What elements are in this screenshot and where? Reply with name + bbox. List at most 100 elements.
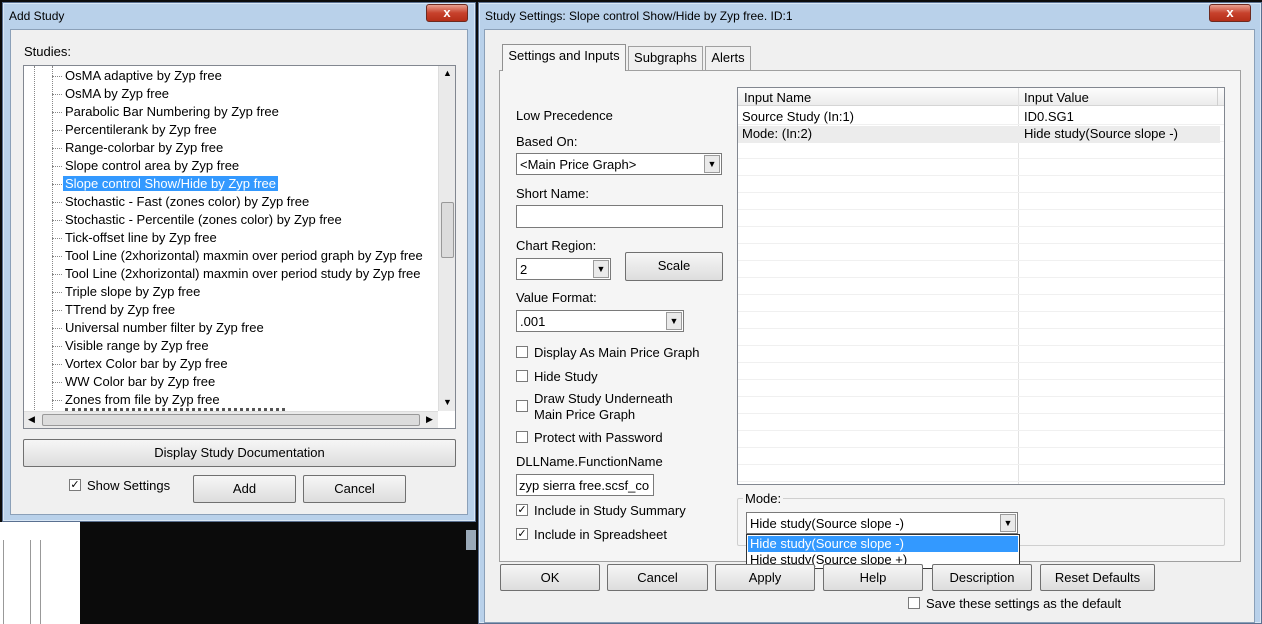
scroll-right-icon[interactable]: ▶	[426, 414, 433, 425]
tree-item[interactable]: Tool Line (2xhorizontal) maxmin over per…	[65, 266, 421, 281]
grid-row-line	[738, 447, 1224, 448]
show-settings-checkbox[interactable]: ✓	[69, 479, 81, 491]
divider	[3, 540, 4, 624]
tree-connector	[52, 382, 62, 383]
chevron-down-icon[interactable]: ▼	[704, 155, 720, 173]
grid-header-name[interactable]: Input Name	[744, 90, 811, 105]
tree-item[interactable]: Zones from file by Zyp free	[65, 392, 220, 407]
table-row[interactable]: Mode: (In:2) Hide study(Source slope -)	[738, 126, 1220, 143]
mode-group-label: Mode:	[743, 491, 784, 506]
chevron-down-icon[interactable]: ▼	[666, 312, 682, 330]
grid-row-line	[738, 396, 1224, 397]
scale-button[interactable]: Scale	[625, 252, 723, 281]
tree-item[interactable]: Range-colorbar by Zyp free	[65, 140, 223, 155]
include-spreadsheet-checkbox[interactable]: ✓	[516, 528, 528, 540]
tree-item[interactable]: Universal number filter by Zyp free	[65, 320, 264, 335]
tab-subgraphs[interactable]: Subgraphs	[628, 46, 703, 70]
tree-connector	[52, 274, 62, 275]
tree-connector	[52, 130, 62, 131]
mode-dropdown[interactable]: Hide study(Source slope -) ▼	[746, 512, 1018, 534]
reset-defaults-button[interactable]: Reset Defaults	[1040, 564, 1155, 591]
tree-item[interactable]: Parabolic Bar Numbering by Zyp free	[65, 104, 279, 119]
tree-item[interactable]: Visible range by Zyp free	[65, 338, 209, 353]
table-row[interactable]: Source Study (In:1) ID0.SG1	[738, 108, 1220, 125]
tree-item[interactable]: Triple slope by Zyp free	[65, 284, 200, 299]
grid-header-value[interactable]: Input Value	[1024, 90, 1089, 105]
tree-connector	[52, 220, 62, 221]
close-button[interactable]: x	[426, 4, 468, 22]
scroll-hthumb[interactable]	[42, 414, 420, 426]
grid-row-line	[738, 481, 1224, 482]
studies-label: Studies:	[24, 44, 71, 59]
mode-value: Hide study(Source slope -)	[750, 516, 904, 531]
tree-vertical-scrollbar[interactable]: ▲ ▼	[438, 66, 455, 411]
tab-alerts[interactable]: Alerts	[705, 46, 751, 70]
window-title: Study Settings: Slope control Show/Hide …	[485, 9, 793, 23]
save-default-checkbox[interactable]	[908, 597, 920, 609]
tree-item[interactable]: Vortex Color bar by Zyp free	[65, 356, 228, 371]
input-name-cell: Source Study (In:1)	[742, 109, 854, 124]
tree-connector	[52, 400, 62, 401]
tree-item-selected[interactable]: Slope control Show/Hide by Zyp free	[63, 176, 278, 191]
inputs-grid[interactable]	[737, 87, 1225, 485]
dll-label: DLLName.FunctionName	[516, 454, 663, 469]
chart-region-dropdown[interactable]: 2 ▼	[516, 258, 611, 280]
scroll-down-icon[interactable]: ▼	[443, 397, 452, 407]
tree-connector	[52, 364, 62, 365]
mode-option-highlighted[interactable]: Hide study(Source slope -)	[748, 536, 1018, 552]
grid-col-divider	[1217, 88, 1218, 106]
tree-connector	[52, 310, 62, 311]
scroll-thumb[interactable]	[441, 202, 454, 258]
tree-connector	[52, 76, 62, 77]
settings-cancel-button[interactable]: Cancel	[607, 564, 708, 591]
hide-study-checkbox[interactable]	[516, 370, 528, 382]
tree-item[interactable]: OsMA adaptive by Zyp free	[65, 68, 222, 83]
tree-item[interactable]: OsMA by Zyp free	[65, 86, 169, 101]
chevron-down-icon[interactable]: ▼	[1000, 514, 1016, 532]
add-button[interactable]: Add	[193, 475, 296, 503]
include-spreadsheet-label: Include in Spreadsheet	[534, 527, 667, 542]
display-documentation-button[interactable]: Display Study Documentation	[23, 439, 456, 467]
tree-connector	[52, 292, 62, 293]
protect-password-label: Protect with Password	[534, 430, 663, 445]
protect-password-checkbox[interactable]	[516, 431, 528, 443]
tree-connector	[52, 202, 62, 203]
dll-value: zyp sierra free.scsf_co	[519, 478, 650, 493]
based-on-value: <Main Price Graph>	[520, 157, 637, 172]
scroll-up-icon[interactable]: ▲	[443, 68, 452, 78]
tree-connector	[52, 184, 62, 185]
description-button[interactable]: Description	[932, 564, 1032, 591]
tree-item[interactable]: Tick-offset line by Zyp free	[65, 230, 217, 245]
tree-item[interactable]: Stochastic - Fast (zones color) by Zyp f…	[65, 194, 309, 209]
tree-item[interactable]: Slope control area by Zyp free	[65, 158, 239, 173]
draw-underneath-checkbox[interactable]	[516, 400, 528, 412]
chevron-down-icon[interactable]: ▼	[593, 260, 609, 278]
tree-item[interactable]: WW Color bar by Zyp free	[65, 374, 215, 389]
display-as-main-checkbox[interactable]	[516, 346, 528, 358]
close-button[interactable]: x	[1209, 4, 1251, 22]
ok-button[interactable]: OK	[500, 564, 600, 591]
include-summary-checkbox[interactable]: ✓	[516, 504, 528, 516]
value-format-dropdown[interactable]: .001 ▼	[516, 310, 684, 332]
grid-row-line	[738, 379, 1224, 380]
cancel-button[interactable]: Cancel	[303, 475, 406, 503]
input-value-cell: ID0.SG1	[1024, 109, 1074, 124]
chart-region-value: 2	[520, 262, 528, 277]
close-icon: x	[1226, 5, 1234, 20]
help-button[interactable]: Help	[823, 564, 923, 591]
short-name-label: Short Name:	[516, 186, 589, 201]
dll-field[interactable]: zyp sierra free.scsf_co	[516, 474, 654, 496]
tree-horizontal-scrollbar[interactable]: ◀ ▶	[24, 411, 438, 428]
grid-row-line	[738, 209, 1224, 210]
based-on-dropdown[interactable]: <Main Price Graph> ▼	[516, 153, 722, 175]
tree-item[interactable]: TTrend by Zyp free	[65, 302, 175, 317]
tree-item[interactable]: Tool Line (2xhorizontal) maxmin over per…	[65, 248, 423, 263]
tree-connector	[52, 148, 62, 149]
tree-item[interactable]: Stochastic - Percentile (zones color) by…	[65, 212, 342, 227]
apply-button[interactable]: Apply	[715, 564, 815, 591]
short-name-input[interactable]	[516, 205, 723, 228]
scroll-left-icon[interactable]: ◀	[28, 414, 35, 425]
draw-underneath-label-2: Main Price Graph	[534, 407, 636, 422]
tree-item[interactable]: Percentilerank by Zyp free	[65, 122, 217, 137]
tab-settings-and-inputs[interactable]: Settings and Inputs	[502, 44, 626, 71]
